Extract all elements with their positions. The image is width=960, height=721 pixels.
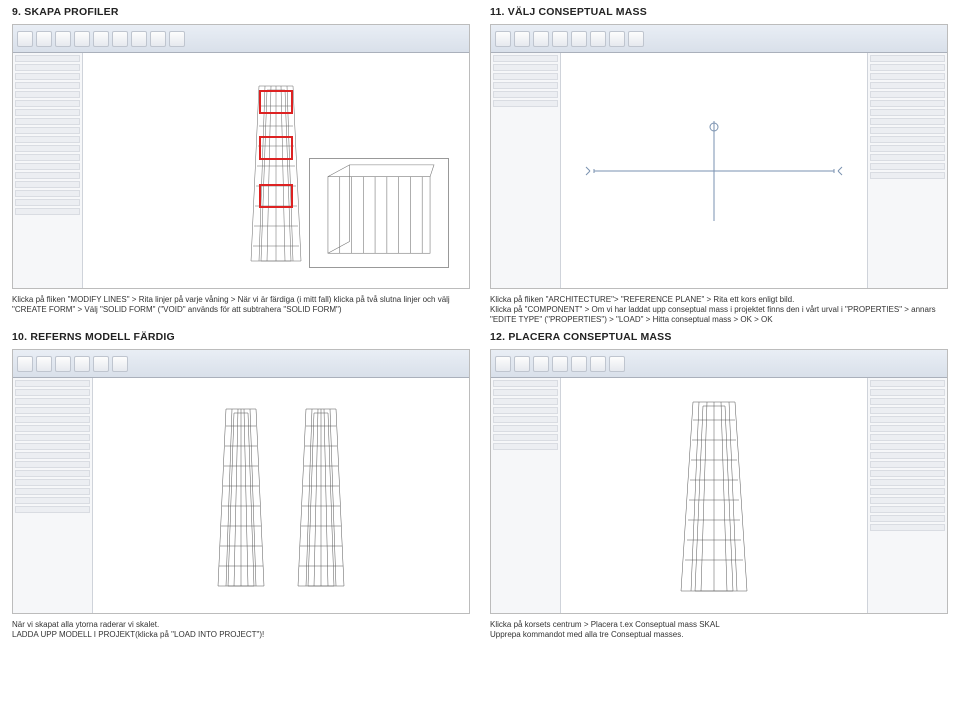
ribbon-button[interactable]	[552, 31, 568, 47]
ribbon-button[interactable]	[609, 31, 625, 47]
ribbon-button[interactable]	[93, 31, 109, 47]
tower-wireframe	[241, 76, 311, 266]
screenshot-9	[12, 24, 470, 289]
ribbon-button[interactable]	[55, 356, 71, 372]
caption-12: Klicka på korsets centrum > Placera t.ex…	[490, 620, 948, 640]
model-canvas[interactable]	[561, 53, 867, 288]
ribbon-button[interactable]	[571, 31, 587, 47]
model-canvas[interactable]	[83, 53, 469, 288]
ribbon-button[interactable]	[571, 356, 587, 372]
ribbon-button[interactable]	[36, 31, 52, 47]
caption-10: När vi skapat alla ytorna raderar vi ska…	[12, 620, 470, 640]
ribbon-button[interactable]	[169, 31, 185, 47]
ribbon-button[interactable]	[628, 31, 644, 47]
section-10-title: 10. REFERNS MODELL FÄRDIG	[12, 331, 470, 343]
ribbon-button[interactable]	[552, 356, 568, 372]
app-ribbon	[491, 350, 947, 378]
ribbon-button[interactable]	[495, 31, 511, 47]
ribbon-button[interactable]	[514, 31, 530, 47]
app-ribbon	[13, 25, 469, 53]
properties-panel	[13, 53, 83, 288]
ribbon-button[interactable]	[495, 356, 511, 372]
ribbon-button[interactable]	[131, 31, 147, 47]
caption-10-line1: När vi skapat alla ytorna raderar vi ska…	[12, 620, 159, 629]
ribbon-button[interactable]	[112, 356, 128, 372]
ribbon-button[interactable]	[514, 356, 530, 372]
ribbon-button[interactable]	[74, 31, 90, 47]
screenshot-11	[490, 24, 948, 289]
caption-11-line1: Klicka på fliken "ARCHITECTURE"> "REFERE…	[490, 295, 794, 304]
screenshot-10	[12, 349, 470, 614]
app-ribbon	[491, 25, 947, 53]
caption-9: Klicka på fliken "MODIFY LINES" > Rita l…	[12, 295, 470, 325]
ribbon-button[interactable]	[609, 356, 625, 372]
caption-11-line2: Klicka på "COMPONENT" > Om vi har laddat…	[490, 305, 936, 324]
caption-9-text: Klicka på fliken "MODIFY LINES" > Rita l…	[12, 295, 450, 314]
caption-12-line1: Klicka på korsets centrum > Placera t.ex…	[490, 620, 720, 629]
properties-panel	[491, 378, 561, 613]
properties-panel	[491, 53, 561, 288]
caption-10-line2: LADDA UPP MODELL I PROJEKT(klicka på "LO…	[12, 630, 264, 639]
ribbon-button[interactable]	[93, 356, 109, 372]
selected-profile-2	[259, 136, 293, 160]
ribbon-button[interactable]	[590, 31, 606, 47]
tower-group	[206, 401, 356, 591]
project-browser	[867, 378, 947, 613]
selected-profile-1	[259, 90, 293, 114]
screenshot-12	[490, 349, 948, 614]
project-browser	[867, 53, 947, 288]
placed-mass	[669, 396, 759, 596]
ribbon-button[interactable]	[590, 356, 606, 372]
model-canvas[interactable]	[561, 378, 867, 613]
ribbon-button[interactable]	[17, 356, 33, 372]
ribbon-button[interactable]	[74, 356, 90, 372]
ribbon-button[interactable]	[533, 31, 549, 47]
section-11-title: 11. VÄLJ CONSEPTUAL MASS	[490, 6, 948, 18]
ribbon-button[interactable]	[112, 31, 128, 47]
properties-panel	[13, 378, 93, 613]
selected-profile-3	[259, 184, 293, 208]
caption-12-line2: Upprepa kommandot med alla tre Conseptua…	[490, 630, 683, 639]
reference-plane-cross	[584, 111, 844, 231]
ribbon-button[interactable]	[36, 356, 52, 372]
ribbon-button[interactable]	[150, 31, 166, 47]
caption-11: Klicka på fliken "ARCHITECTURE"> "REFERE…	[490, 295, 948, 325]
section-9-title: 9. SKAPA PROFILER	[12, 6, 470, 18]
app-ribbon	[13, 350, 469, 378]
ribbon-button[interactable]	[55, 31, 71, 47]
ribbon-button[interactable]	[533, 356, 549, 372]
inset-view	[309, 158, 449, 268]
section-12-title: 12. PLACERA CONSEPTUAL MASS	[490, 331, 948, 343]
ribbon-button[interactable]	[17, 31, 33, 47]
model-canvas[interactable]	[93, 378, 469, 613]
